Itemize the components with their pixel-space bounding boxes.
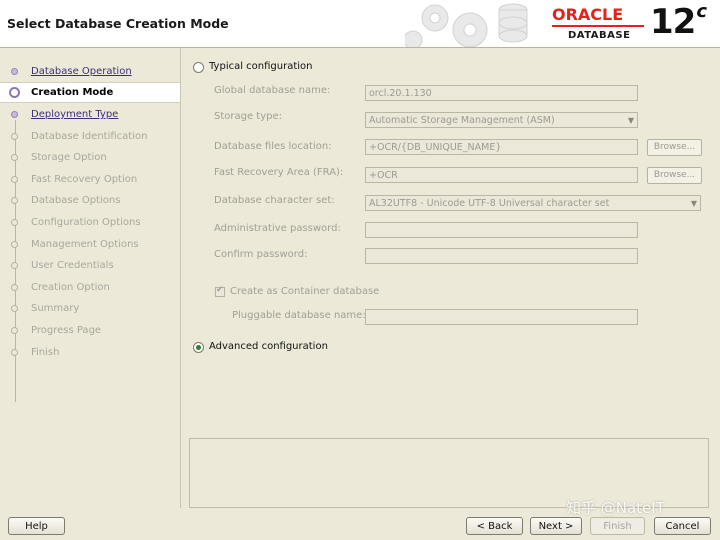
advanced-config-radio[interactable] — [193, 342, 204, 353]
step-status-icon — [11, 284, 18, 291]
sidebar-step-creation-option: Creation Option — [0, 278, 180, 298]
next-button[interactable]: Next > — [530, 517, 582, 535]
logo-version: 12c — [650, 0, 707, 42]
header-banner: Select Database Creation Mode ORACLE DAT… — [0, 0, 720, 48]
step-status-icon — [11, 111, 18, 118]
container-db-label: Create as Container database — [230, 286, 380, 297]
sidebar-step-user-credentials: User Credentials — [0, 256, 180, 276]
sidebar-step-label: User Credentials — [31, 260, 114, 271]
sidebar-step-label[interactable]: Database Operation — [31, 66, 132, 77]
step-status-icon — [11, 176, 18, 183]
fra-label: Fast Recovery Area (FRA): — [214, 167, 344, 178]
step-status-icon — [11, 133, 18, 140]
step-status-icon — [9, 87, 20, 98]
watermark: 知乎 @NateIT — [566, 499, 665, 517]
sidebar-step-configuration-options: Configuration Options — [0, 213, 180, 233]
step-status-icon — [11, 349, 18, 356]
chevron-down-icon: ▼ — [627, 116, 634, 125]
sidebar-step-fast-recovery-option: Fast Recovery Option — [0, 170, 180, 190]
confirm-password-label: Confirm password: — [214, 249, 308, 260]
sidebar-step-storage-option: Storage Option — [0, 148, 180, 168]
sidebar-step-deployment-type[interactable]: Deployment Type — [0, 105, 180, 125]
admin-password-input[interactable] — [365, 222, 638, 238]
global-db-name-label: Global database name: — [214, 85, 331, 96]
container-db-checkbox[interactable] — [215, 285, 225, 297]
help-button[interactable]: Help — [8, 517, 65, 535]
fra-browse-button[interactable]: Browse... — [647, 167, 702, 184]
sidebar-step-progress-page: Progress Page — [0, 321, 180, 341]
fra-input[interactable]: +OCR — [365, 167, 638, 183]
step-status-icon — [11, 197, 18, 204]
storage-type-label: Storage type: — [214, 111, 283, 122]
sidebar-step-creation-mode: Creation Mode — [0, 82, 180, 103]
sidebar-step-label: Database Identification — [31, 131, 148, 142]
storage-type-select[interactable]: Automatic Storage Management (ASM) ▼ — [365, 112, 638, 128]
sidebar-step-label: Storage Option — [31, 152, 107, 163]
sidebar-step-label: Database Options — [31, 195, 121, 206]
chevron-down-icon: ▼ — [690, 199, 697, 208]
sidebar-step-database-identification: Database Identification — [0, 127, 180, 147]
logo-rule — [552, 25, 644, 27]
typical-config-label[interactable]: Typical configuration — [209, 61, 313, 72]
sidebar-step-label[interactable]: Deployment Type — [31, 109, 118, 120]
page-title: Select Database Creation Mode — [7, 16, 229, 31]
db-files-location-label: Database files location: — [214, 141, 332, 152]
gears-graphic-icon — [405, 3, 528, 47]
sidebar-step-label: Management Options — [31, 239, 139, 250]
pluggable-db-name-input[interactable] — [365, 309, 638, 325]
sidebar-step-label: Summary — [31, 303, 80, 314]
step-status-icon — [11, 305, 18, 312]
step-status-icon — [11, 68, 18, 75]
sidebar-step-finish: Finish — [0, 343, 180, 363]
step-status-icon — [11, 262, 18, 269]
pluggable-db-name-label: Pluggable database name: — [232, 310, 366, 321]
step-status-icon — [11, 327, 18, 334]
confirm-password-input[interactable] — [365, 248, 638, 264]
sidebar-step-label: Finish — [31, 347, 60, 358]
sidebar-step-label: Configuration Options — [31, 217, 141, 228]
logo-product: DATABASE — [568, 30, 631, 41]
sidebar-step-management-options: Management Options — [0, 235, 180, 255]
typical-config-radio[interactable] — [193, 62, 204, 73]
sidebar-step-label: Fast Recovery Option — [31, 174, 138, 185]
sidebar-step-label: Creation Mode — [31, 87, 114, 98]
sidebar-step-summary: Summary — [0, 299, 180, 319]
step-status-icon — [11, 219, 18, 226]
db-files-browse-button[interactable]: Browse... — [647, 139, 702, 156]
oracle-logo: ORACLE — [552, 5, 624, 24]
sidebar-step-database-operation[interactable]: Database Operation — [0, 62, 180, 82]
cancel-button[interactable]: Cancel — [654, 517, 711, 535]
back-button[interactable]: < Back — [466, 517, 523, 535]
advanced-config-label[interactable]: Advanced configuration — [209, 341, 328, 352]
finish-button[interactable]: Finish — [590, 517, 645, 535]
step-status-icon — [11, 154, 18, 161]
admin-password-label: Administrative password: — [214, 223, 341, 234]
sidebar-step-label: Progress Page — [31, 325, 102, 336]
charset-select[interactable]: AL32UTF8 - Unicode UTF-8 Universal chara… — [365, 195, 701, 211]
sidebar-step-database-options: Database Options — [0, 191, 180, 211]
db-files-location-input[interactable]: +OCR/{DB_UNIQUE_NAME} — [365, 139, 638, 155]
charset-label: Database character set: — [214, 195, 335, 206]
global-db-name-input[interactable]: orcl.20.1.130 — [365, 85, 638, 101]
step-status-icon — [11, 241, 18, 248]
sidebar-step-label: Creation Option — [31, 282, 110, 293]
